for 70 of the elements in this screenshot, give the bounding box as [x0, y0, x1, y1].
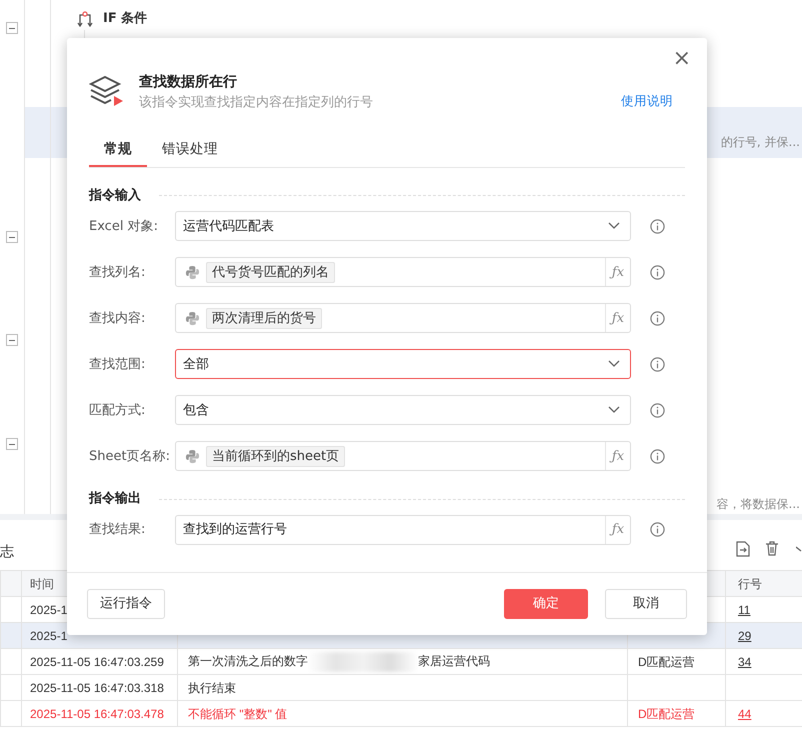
section-title: 指令输入 — [89, 186, 141, 205]
expression-field[interactable]: 代号货号匹配的列名 ƒx — [175, 257, 631, 288]
variable-chip: 代号货号匹配的列名 — [206, 262, 335, 283]
function-button[interactable]: ƒx — [605, 304, 630, 332]
branch-icon — [77, 10, 93, 28]
help-link[interactable]: 使用说明 — [621, 92, 673, 111]
chevron-down-icon — [608, 406, 620, 414]
category-text: D匹配运营 — [638, 654, 695, 668]
select-field[interactable]: 全部 — [175, 349, 631, 380]
time-cell: 2025-11-05 16:47:03.318 — [22, 674, 178, 700]
time-cell: 2025-11-05 16:47:03.259 — [22, 648, 178, 674]
row-number-link[interactable]: 34 — [738, 654, 752, 668]
field-label: Sheet页名称: — [89, 448, 171, 466]
description-text: 的行号, 并保... — [720, 134, 800, 151]
field-label: 匹配方式: — [89, 402, 146, 420]
field-label: 查找列名: — [89, 264, 146, 282]
variable-chip: 两次清理后的货号 — [206, 308, 322, 329]
tab[interactable]: 错误处理 — [147, 132, 233, 167]
trash-icon[interactable] — [765, 541, 779, 556]
dialog-subtitle: 该指令实现查找指定内容在指定列的行号 — [139, 94, 373, 112]
input-field[interactable]: 查找到的运营行号 ƒx — [175, 514, 631, 545]
collapse-icon[interactable] — [6, 22, 18, 34]
message-text: 执行结束 — [188, 680, 236, 694]
python-icon — [185, 310, 200, 326]
field-label: 查找结果: — [89, 521, 146, 539]
info-icon[interactable] — [650, 218, 665, 234]
close-button[interactable]: × — [668, 48, 695, 70]
action-button[interactable]: 取消 — [605, 589, 687, 619]
info-icon[interactable] — [650, 356, 665, 372]
function-button[interactable]: ƒx — [605, 516, 630, 544]
chevron-down-icon — [608, 360, 620, 368]
select-field[interactable]: 运营代码匹配表 — [175, 211, 631, 242]
python-icon — [185, 448, 200, 464]
section-title: 指令输出 — [89, 490, 141, 508]
select-field[interactable]: 包含 — [175, 395, 631, 426]
info-icon[interactable] — [650, 310, 665, 326]
message-text: 第一次清洗之后的数字 — [188, 654, 308, 668]
expression-field[interactable]: 当前循环到的sheet页 ƒx — [175, 441, 631, 472]
collapse-icon[interactable] — [6, 231, 18, 243]
message-text: 不能循环 "整数" 值 — [188, 706, 288, 720]
chevron-down-icon — [608, 222, 620, 230]
time-cell: 2025-11-05 16:47:03.478 — [22, 700, 178, 726]
info-icon[interactable] — [650, 402, 665, 418]
info-icon[interactable] — [650, 264, 665, 280]
action-button[interactable]: 运行指令 — [87, 589, 165, 619]
function-button[interactable]: ƒx — [605, 442, 630, 470]
collapse-icon[interactable] — [6, 438, 18, 450]
export-icon[interactable] — [736, 541, 750, 557]
row-number-link[interactable]: 44 — [738, 706, 752, 720]
caret-icon[interactable] — [796, 545, 802, 553]
python-icon — [185, 264, 200, 280]
field-label: 查找范围: — [89, 356, 146, 374]
function-button[interactable]: ƒx — [605, 258, 630, 286]
block-title: IF 条件 — [103, 10, 148, 28]
column-header: 行号 — [726, 570, 802, 596]
expression-field[interactable]: 两次清理后的货号 ƒx — [175, 303, 631, 334]
info-icon[interactable] — [650, 448, 665, 464]
field-label: 查找内容: — [89, 310, 146, 328]
tab[interactable]: 常规 — [89, 132, 147, 167]
panel-title: 志 — [0, 543, 14, 562]
collapse-icon[interactable] — [6, 334, 18, 346]
dialog-title: 查找数据所在行 — [139, 73, 238, 92]
description-text: 容，将数据保... — [716, 496, 800, 513]
row-number-link[interactable]: 11 — [738, 602, 750, 616]
info-icon[interactable] — [650, 522, 665, 538]
row-number-link[interactable]: 29 — [738, 628, 752, 642]
field-label: Excel 对象: — [89, 218, 159, 236]
variable-chip: 当前循环到的sheet页 — [206, 446, 346, 467]
message-text: 家居运营代码 — [418, 654, 490, 668]
category-text: D匹配运营 — [638, 706, 695, 720]
